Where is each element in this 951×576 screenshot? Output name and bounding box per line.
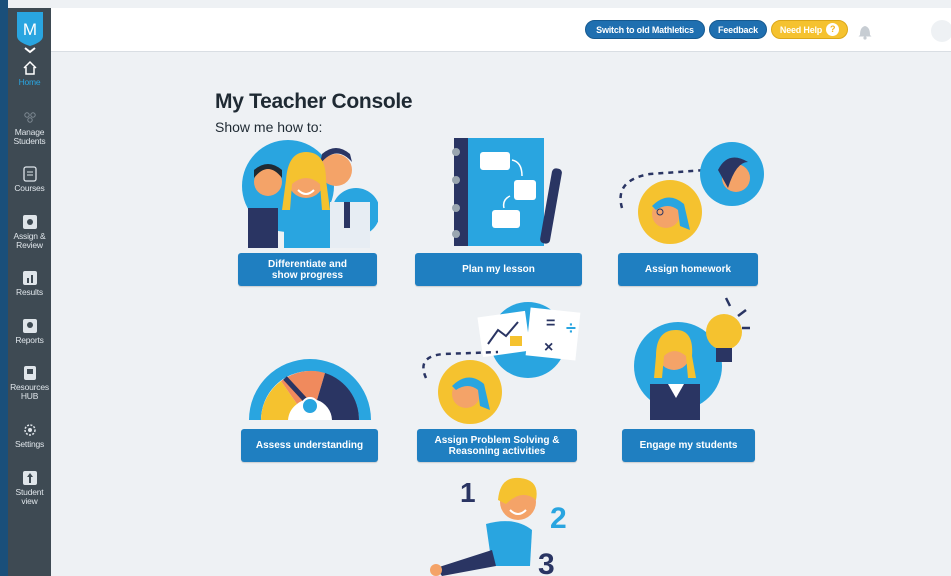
switch-old-mathletics-button[interactable]: Switch to old Mathletics bbox=[585, 20, 705, 39]
sidebar-item-label: Manage Students bbox=[13, 127, 46, 146]
sidebar-item-label: Results bbox=[16, 287, 43, 297]
sidebar-item-student-view[interactable]: Student view bbox=[8, 470, 51, 506]
window-top-edge bbox=[0, 0, 951, 8]
svg-text:=: = bbox=[546, 315, 555, 332]
sidebar: M Home Manage Students Courses Assign & … bbox=[8, 8, 51, 576]
top-bar: Switch to old Mathletics Feedback Need H… bbox=[51, 8, 951, 52]
card-label-line1: Assign homework bbox=[644, 264, 732, 275]
assign-homework-button[interactable]: Assign homework bbox=[618, 253, 758, 286]
avatar[interactable] bbox=[931, 20, 951, 42]
card-label-line1: Assign Problem Solving & bbox=[434, 434, 560, 446]
sidebar-item-label: Settings bbox=[14, 439, 45, 449]
sidebar-item-label: Home bbox=[18, 77, 41, 87]
sidebar-item-label: Assign & Review bbox=[13, 231, 46, 250]
results-icon bbox=[22, 271, 37, 285]
assign-icon bbox=[22, 215, 37, 229]
students-group-illustration bbox=[242, 140, 378, 248]
help-question-icon: ? bbox=[826, 23, 840, 36]
counting-child-illustration: 1 2 3 bbox=[430, 477, 567, 576]
reports-icon bbox=[22, 319, 37, 333]
sidebar-item-reports[interactable]: Reports bbox=[8, 318, 51, 345]
chevron-down-icon[interactable] bbox=[24, 47, 36, 54]
engage-students-illustration bbox=[634, 297, 750, 420]
sidebar-item-assign-review[interactable]: Assign & Review bbox=[8, 214, 51, 250]
card-label-line1: Plan my lesson bbox=[462, 264, 535, 275]
settings-icon bbox=[23, 424, 36, 436]
card-label-line2: Reasoning activities bbox=[448, 445, 546, 457]
sidebar-item-label: Reports bbox=[15, 335, 44, 345]
assessment-gauge-illustration bbox=[249, 359, 371, 420]
logo-icon: M bbox=[17, 12, 43, 54]
lesson-plan-notebook-illustration bbox=[452, 138, 562, 246]
card-label-line1: Assess understanding bbox=[255, 440, 364, 451]
bell-icon[interactable] bbox=[857, 22, 873, 40]
sidebar-item-settings[interactable]: Settings bbox=[8, 422, 51, 449]
card-label-line1: Differentiate and bbox=[268, 258, 347, 270]
plan-lesson-button[interactable]: Plan my lesson bbox=[415, 253, 582, 286]
homework-avatars-illustration bbox=[619, 142, 764, 244]
svg-text:÷: ÷ bbox=[566, 318, 576, 338]
need-help-label: Need Help bbox=[779, 25, 823, 35]
assess-understanding-button[interactable]: Assess understanding bbox=[241, 429, 378, 462]
svg-text:2: 2 bbox=[550, 502, 567, 535]
sidebar-item-home[interactable]: Home bbox=[8, 60, 51, 87]
card-label-line2: show progress bbox=[271, 269, 344, 281]
home-icon bbox=[22, 60, 37, 75]
logo-letter: M bbox=[23, 20, 37, 39]
need-help-button[interactable]: Need Help? bbox=[771, 20, 848, 39]
sidebar-item-courses[interactable]: Courses bbox=[8, 166, 51, 193]
sidebar-item-label: Courses bbox=[14, 183, 45, 193]
resources-icon bbox=[23, 366, 36, 380]
feedback-button[interactable]: Feedback bbox=[709, 20, 767, 39]
page-title: My Teacher Console bbox=[215, 90, 413, 113]
mathletics-logo[interactable]: M bbox=[12, 10, 48, 56]
svg-text:×: × bbox=[544, 339, 553, 356]
courses-icon bbox=[22, 166, 37, 182]
sidebar-item-manage-students[interactable]: Manage Students bbox=[8, 110, 51, 146]
differentiate-progress-button[interactable]: Differentiate and show progress bbox=[238, 253, 377, 286]
sidebar-item-results[interactable]: Results bbox=[8, 270, 51, 297]
sidebar-item-label: Resources HUB bbox=[10, 382, 49, 401]
page-subtitle: Show me how to: bbox=[215, 119, 323, 135]
window-left-edge bbox=[0, 0, 8, 576]
svg-text:1: 1 bbox=[460, 477, 476, 508]
students-icon bbox=[23, 112, 36, 123]
sidebar-item-label: Student view bbox=[15, 487, 44, 506]
engage-students-button[interactable]: Engage my students bbox=[622, 429, 755, 462]
card-label-line1: Engage my students bbox=[639, 440, 738, 451]
problem-solving-button[interactable]: Assign Problem Solving & Reasoning activi… bbox=[417, 429, 577, 462]
sidebar-item-resources-hub[interactable]: Resources HUB bbox=[8, 365, 51, 401]
problem-solving-illustration: = × ÷ bbox=[422, 302, 581, 424]
student-view-icon bbox=[22, 471, 37, 485]
svg-text:3: 3 bbox=[538, 548, 555, 576]
